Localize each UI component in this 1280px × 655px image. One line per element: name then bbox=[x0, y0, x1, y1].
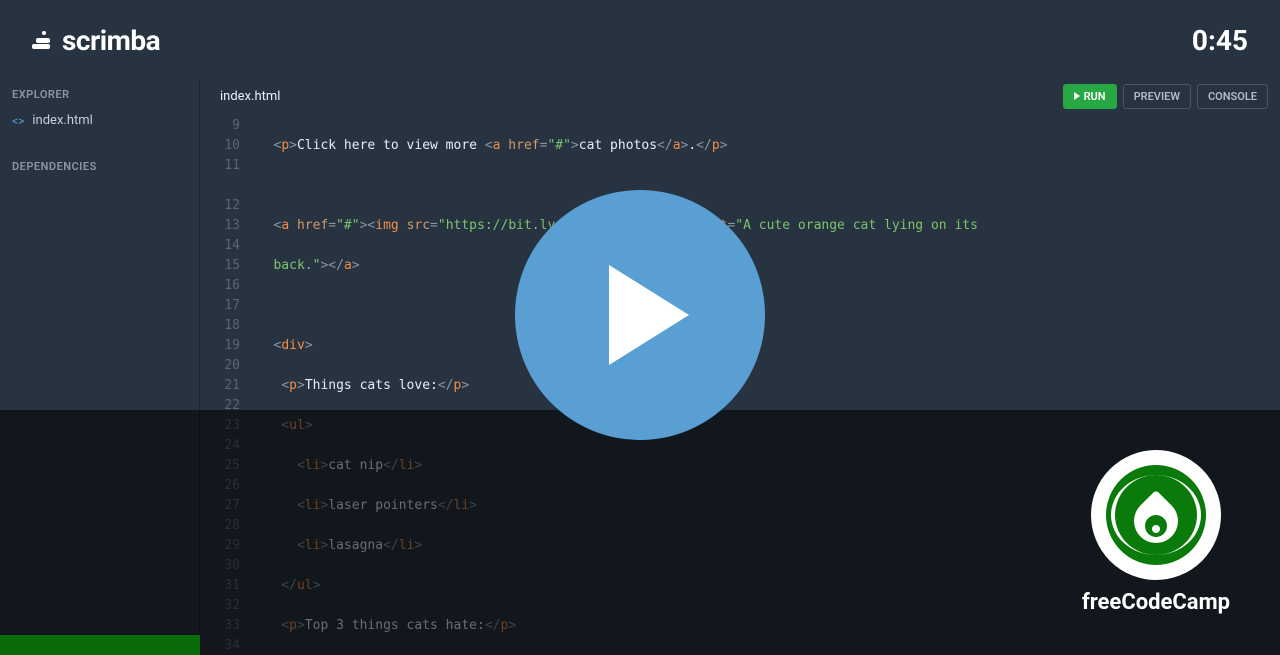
line-gutter: 91011 121314 151617 181920 212223 242526… bbox=[200, 112, 250, 655]
active-tab[interactable]: index.html bbox=[220, 89, 280, 104]
console-button[interactable]: CONSOLE bbox=[1197, 84, 1268, 109]
tab-bar: index.html RUN PREVIEW CONSOLE bbox=[200, 80, 1280, 112]
preview-button[interactable]: PREVIEW bbox=[1123, 84, 1191, 109]
progress-bar[interactable] bbox=[0, 635, 200, 655]
timer: 0:45 bbox=[1192, 24, 1248, 57]
file-name: index.html bbox=[32, 113, 92, 128]
brand-name: scrimba bbox=[62, 24, 160, 57]
play-triangle-icon bbox=[609, 265, 689, 365]
fcc-logo-icon bbox=[1091, 450, 1221, 580]
fcc-badge: freeCodeCamp bbox=[1082, 450, 1230, 615]
html-file-icon: <> bbox=[12, 114, 24, 128]
file-item[interactable]: <> index.html bbox=[0, 109, 199, 132]
fcc-label: freeCodeCamp bbox=[1082, 590, 1230, 615]
run-button[interactable]: RUN bbox=[1063, 84, 1117, 109]
logo[interactable]: scrimba bbox=[32, 24, 160, 57]
play-icon bbox=[1074, 92, 1080, 100]
dependencies-header: DEPENDENCIES bbox=[0, 152, 199, 181]
explorer-header: EXPLORER bbox=[0, 80, 199, 109]
scrimba-logo-icon bbox=[32, 31, 52, 49]
sidebar: EXPLORER <> index.html DEPENDENCIES bbox=[0, 80, 200, 655]
header: scrimba 0:45 bbox=[0, 0, 1280, 80]
play-overlay-button[interactable] bbox=[515, 190, 765, 440]
